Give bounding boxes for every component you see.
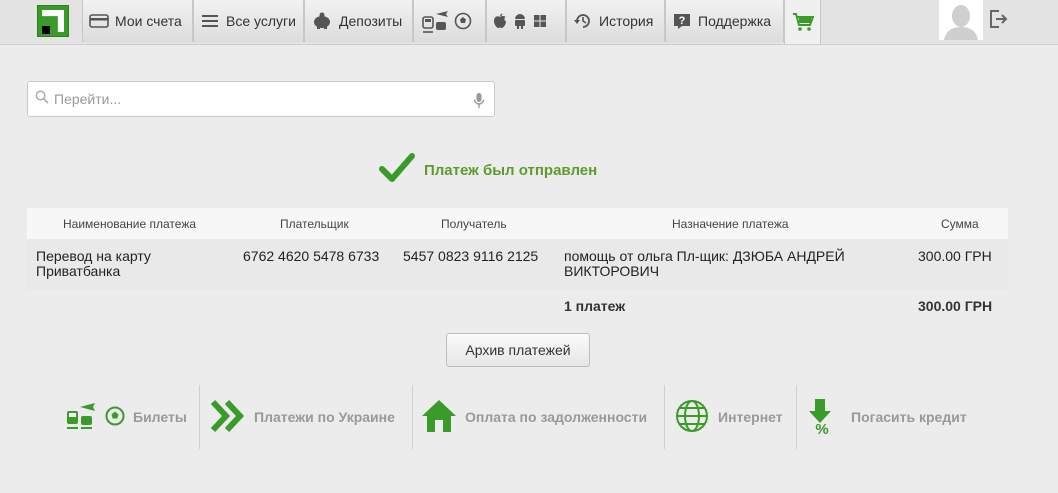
shortcut-repay-credit[interactable]: % Погасить кредит (807, 385, 967, 449)
checkmark-icon (379, 152, 415, 188)
piggy-bank-icon (311, 12, 333, 30)
shortcut-label: Оплата по задолженности (465, 409, 648, 425)
top-navigation: Мои счета Все услуги Депозиты История ? … (0, 0, 1058, 45)
logout-icon[interactable] (988, 9, 1008, 34)
payment-table: Наименование платежа Плательщик Получате… (27, 208, 1008, 324)
tab-mobile-apps[interactable] (486, 0, 566, 42)
tab-deposits[interactable]: Депозиты (304, 0, 413, 42)
shortcut-label: Погасить кредит (851, 409, 967, 425)
windows-icon (533, 14, 547, 28)
tab-label: История (599, 13, 654, 29)
tab-label: Мои счета (115, 13, 182, 29)
divider (412, 385, 413, 449)
payment-purpose: помощь от ольга Пл-щик: ДЗЮБА АНДРЕЙ ВИК… (564, 248, 845, 279)
payment-success-message: Платеж был отправлен (379, 152, 597, 188)
payer-card: 6762 4620 5478 6733 (243, 248, 380, 264)
shortcut-label: Платежи по Украине (254, 409, 395, 425)
shortcut-tickets[interactable]: Билеты (65, 385, 187, 449)
tab-support[interactable]: ? Поддержка (665, 0, 784, 42)
header-amount: Сумма (941, 217, 979, 231)
search-input[interactable] (54, 84, 474, 114)
train-plane-icon (65, 401, 97, 434)
recipient-card: 5457 0823 9116 2125 (403, 248, 539, 264)
payment-name: Перевод на карту Приватбанка (36, 248, 151, 279)
card-icon (89, 14, 109, 28)
divider (199, 385, 200, 449)
payment-amount: 300.00 ГРН (918, 248, 992, 264)
credit-percent-icon: % (807, 397, 835, 438)
help-icon: ? (672, 11, 692, 31)
divider (796, 385, 797, 449)
tab-label: Поддержка (698, 13, 772, 29)
cart-icon (792, 12, 814, 32)
tab-my-accounts[interactable]: Мои счета (82, 0, 193, 42)
double-chevron-icon (210, 399, 246, 436)
payment-count: 1 платеж (564, 298, 626, 314)
privatbank-logo[interactable] (37, 5, 69, 37)
table-footer: 1 платеж 300.00 ГРН (27, 290, 1008, 324)
divider (664, 385, 665, 449)
globe-icon (674, 398, 710, 437)
svg-text:%: % (815, 421, 828, 435)
tab-label: Все услуги (226, 13, 296, 29)
user-avatar[interactable] (939, 0, 983, 40)
success-text: Платеж был отправлен (424, 161, 598, 179)
shortcut-label: Билеты (133, 409, 187, 425)
shortcut-label: Интернет (718, 409, 783, 425)
tab-travel[interactable] (413, 0, 486, 42)
table-row: Перевод на карту Приватбанка 6762 4620 5… (27, 239, 1008, 290)
svg-text:?: ? (679, 15, 686, 27)
tab-history[interactable]: История (566, 0, 665, 42)
microphone-icon[interactable] (473, 92, 485, 114)
header-purpose: Назначение платежа (672, 217, 789, 231)
football-icon (105, 406, 125, 429)
house-icon (421, 399, 457, 436)
shortcut-internet[interactable]: Интернет (674, 385, 783, 449)
history-icon (573, 11, 593, 31)
table-header: Наименование платежа Плательщик Получате… (27, 208, 1008, 239)
header-name: Наименование платежа (63, 217, 197, 231)
header-payer: Плательщик (280, 217, 349, 231)
football-icon (454, 12, 472, 30)
payment-total: 300.00 ГРН (918, 298, 993, 314)
apple-icon (493, 13, 507, 29)
tab-label: Депозиты (339, 13, 403, 29)
android-icon (513, 13, 527, 29)
tab-cart[interactable] (784, 0, 821, 44)
payment-archive-button[interactable]: Архив платежей (446, 333, 590, 367)
shortcut-debt-payment[interactable]: Оплата по задолженности (421, 385, 647, 449)
train-plane-icon (420, 8, 450, 34)
shortcut-payments-ukraine[interactable]: Платежи по Украине (210, 385, 395, 449)
search-bar (27, 81, 495, 117)
header-recipient: Получатель (441, 217, 507, 231)
search-icon (35, 90, 49, 109)
list-icon (200, 13, 220, 29)
tab-all-services[interactable]: Все услуги (193, 0, 304, 42)
